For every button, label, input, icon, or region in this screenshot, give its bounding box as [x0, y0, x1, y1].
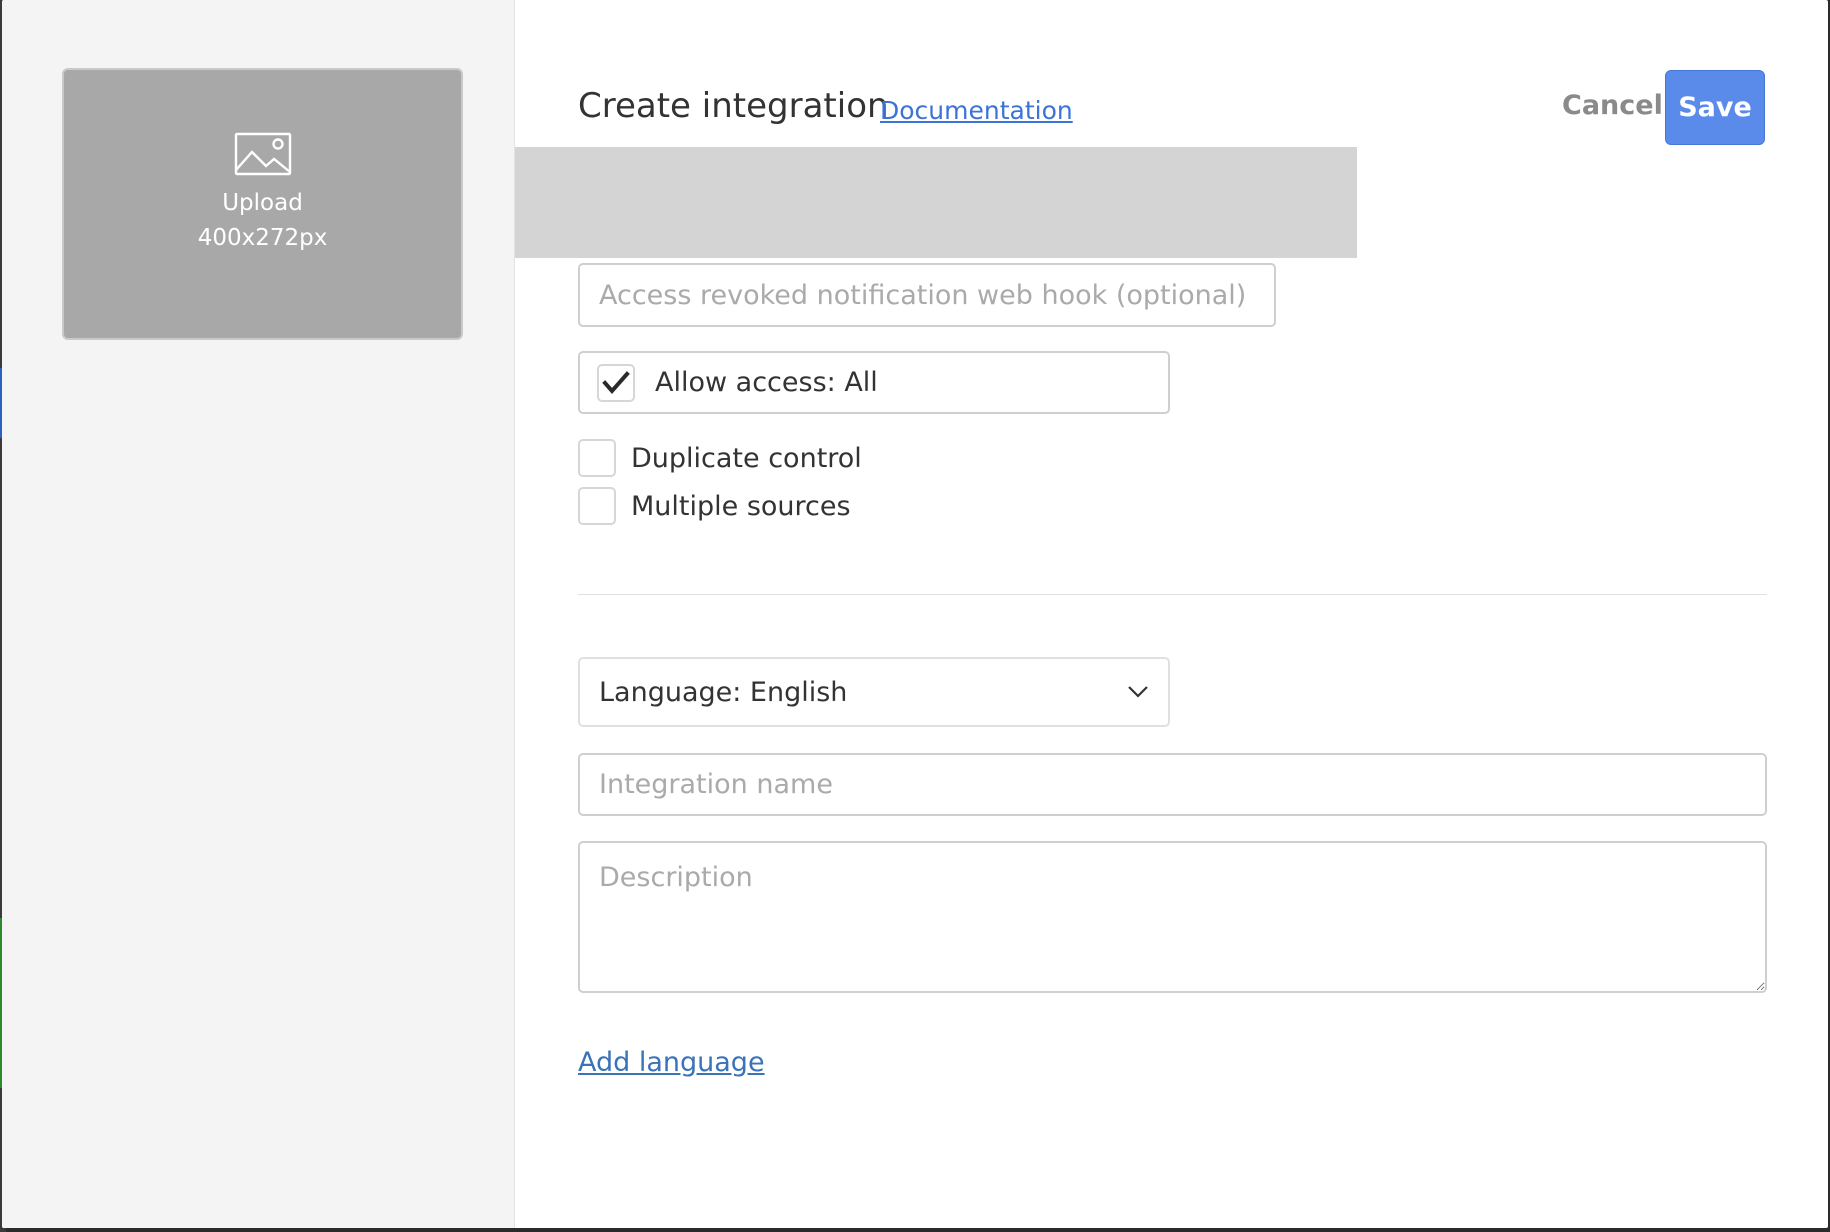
documentation-link[interactable]: Documentation — [880, 96, 1073, 125]
save-button[interactable]: Save — [1665, 70, 1765, 145]
image-icon — [234, 132, 291, 176]
duplicate-control-option[interactable]: Duplicate control — [578, 439, 862, 477]
webhook-input[interactable] — [578, 263, 1276, 327]
add-language-link[interactable]: Add language — [578, 1047, 765, 1078]
multiple-sources-label: Multiple sources — [631, 490, 851, 522]
checkmark-icon — [602, 370, 630, 394]
image-upload-button[interactable]: Upload 400x272px — [62, 68, 463, 340]
page-title: Create integration — [578, 86, 889, 126]
multiple-sources-checkbox[interactable] — [578, 487, 616, 525]
upload-label: Upload — [222, 190, 303, 216]
language-select[interactable]: Language: English — [578, 657, 1170, 727]
language-select-value: Language: English — [599, 676, 848, 708]
duplicate-control-label: Duplicate control — [631, 442, 862, 474]
allow-access-dropdown[interactable]: Allow access: All — [578, 351, 1170, 414]
create-integration-modal: Upload 400x272px Create integration Docu… — [2, 0, 1828, 1228]
allow-access-checkbox[interactable] — [597, 363, 635, 402]
allow-access-label: Allow access: All — [655, 367, 878, 398]
form-area: Create integration Documentation Cancel … — [515, 0, 1828, 1228]
image-panel: Upload 400x272px — [2, 0, 515, 1228]
section-divider — [578, 594, 1767, 595]
chevron-down-icon — [1128, 686, 1148, 698]
description-textarea[interactable] — [578, 841, 1767, 993]
cancel-button[interactable]: Cancel — [1562, 90, 1663, 121]
upload-size-hint: 400x272px — [197, 225, 328, 251]
loading-placeholder-band — [515, 147, 1357, 258]
integration-name-input[interactable] — [578, 753, 1767, 816]
duplicate-control-checkbox[interactable] — [578, 439, 616, 477]
multiple-sources-option[interactable]: Multiple sources — [578, 487, 851, 525]
